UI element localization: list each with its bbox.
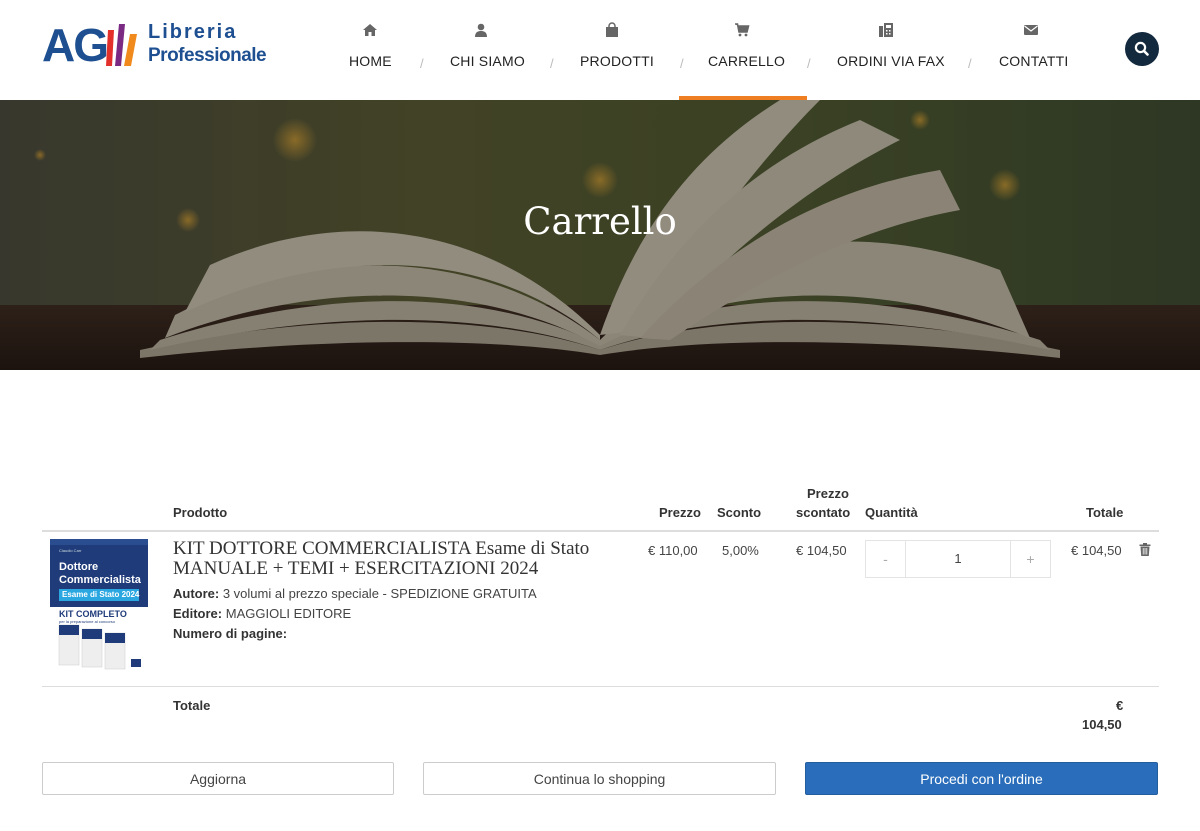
row-divider bbox=[42, 686, 1159, 687]
nav-item-contatti[interactable]: CONTATTI bbox=[997, 0, 1069, 100]
product-title-line1: KIT DOTTORE COMMERCIALISTA Esame di Stat… bbox=[173, 538, 590, 559]
product-publisher: Editore: MAGGIOLI EDITORE bbox=[173, 606, 351, 621]
nav-separator: / bbox=[807, 56, 811, 71]
table-header-divider bbox=[42, 530, 1159, 532]
column-header-discounted-price-line1: Prezzo bbox=[807, 486, 849, 501]
item-price: € 110,00 bbox=[648, 543, 698, 558]
cart-total-currency: € bbox=[1116, 698, 1124, 713]
quantity-stepper: - 1 + bbox=[865, 540, 1051, 578]
cover-author: Claudio Carr bbox=[59, 548, 82, 553]
cart-total-value: 104,50 bbox=[1082, 717, 1122, 732]
publisher-label: Editore: bbox=[173, 606, 223, 621]
logo-line2: Professionale bbox=[148, 45, 267, 66]
quantity-decrease-button[interactable]: - bbox=[866, 541, 906, 577]
user-icon bbox=[475, 23, 487, 37]
nav-item-chi-siamo[interactable]: CHI SIAMO bbox=[448, 0, 525, 100]
column-header-discount: Sconto bbox=[717, 505, 762, 520]
column-header-product: Prodotto bbox=[173, 505, 228, 520]
cart-icon bbox=[735, 23, 750, 37]
cart-total-label: Totale bbox=[173, 698, 211, 713]
column-header-quantity: Quantità bbox=[865, 505, 918, 520]
cover-title-line1: Dottore bbox=[59, 561, 99, 573]
column-header-discounted-price-line2: scontato bbox=[796, 505, 851, 520]
cover-title-line2: Commercialista bbox=[59, 574, 141, 586]
nav-item-home[interactable]: HOME bbox=[345, 0, 395, 100]
search-icon bbox=[1134, 41, 1149, 56]
item-total: € 104,50 bbox=[1071, 543, 1122, 558]
nav-item-carrello[interactable]: CARRELLO bbox=[679, 0, 807, 100]
nav-separator: / bbox=[968, 56, 972, 71]
nav-item-ordini-via-fax[interactable]: ORDINI VIA FAX bbox=[835, 0, 945, 100]
publisher-value: MAGGIOLI EDITORE bbox=[225, 606, 352, 621]
nav-label-contatti: CONTATTI bbox=[999, 53, 1069, 69]
logo-line1: Libreria bbox=[148, 21, 238, 43]
fax-icon bbox=[879, 23, 893, 37]
product-cover-image[interactable]: Claudio Carr Dottore Commercialista Esam… bbox=[49, 539, 148, 671]
site-header: AG Libreria Professionale HOME / CHI SIA… bbox=[0, 0, 1200, 100]
update-cart-button[interactable]: Aggiorna bbox=[42, 762, 394, 795]
cover-kit-label: KIT COMPLETO bbox=[59, 609, 127, 619]
hero-banner: Carrello bbox=[0, 100, 1200, 370]
nav-item-prodotti[interactable]: PRODOTTI bbox=[578, 0, 654, 100]
nav-label-ordini-via-fax: ORDINI VIA FAX bbox=[837, 53, 945, 69]
continue-shopping-button[interactable]: Continua lo shopping bbox=[423, 762, 776, 795]
page-title: Carrello bbox=[523, 200, 677, 243]
column-header-price: Prezzo bbox=[659, 505, 701, 520]
nav-separator: / bbox=[420, 56, 424, 71]
nav-label-home: HOME bbox=[349, 53, 392, 69]
column-header-total: Totale bbox=[1086, 505, 1124, 520]
nav-separator: / bbox=[550, 56, 554, 71]
product-title-line2: MANUALE + TEMI + ESERCITAZIONI 2024 bbox=[173, 558, 539, 579]
cover-subtitle: Esame di Stato 2024 bbox=[62, 590, 140, 599]
quantity-input[interactable]: 1 bbox=[906, 541, 1010, 577]
pages-label: Numero di pagine: bbox=[173, 626, 288, 641]
nav-label-carrello: CARRELLO bbox=[708, 53, 786, 69]
trash-icon[interactable] bbox=[1139, 543, 1151, 556]
cover-kit-subtitle: per la preparazione al concorso bbox=[59, 619, 116, 624]
item-discount: 5,00% bbox=[722, 543, 759, 558]
product-title[interactable]: KIT DOTTORE COMMERCIALISTA Esame di Stat… bbox=[173, 539, 633, 579]
author-label: Autore: bbox=[173, 586, 220, 601]
checkout-button[interactable]: Procedi con l'ordine bbox=[805, 762, 1158, 795]
home-icon bbox=[363, 24, 377, 36]
nav-label-chi-siamo: CHI SIAMO bbox=[450, 53, 525, 69]
author-value: 3 volumi al prezzo speciale - SPEDIZIONE… bbox=[222, 586, 537, 601]
product-pages: Numero di pagine: bbox=[173, 626, 287, 641]
envelope-icon bbox=[1024, 25, 1038, 35]
shopping-bag-icon bbox=[606, 22, 618, 37]
item-discounted-price: € 104,50 bbox=[796, 543, 847, 558]
quantity-increase-button[interactable]: + bbox=[1010, 541, 1050, 577]
book-cover-icon bbox=[50, 539, 148, 671]
search-button[interactable] bbox=[1125, 32, 1159, 66]
logo-bars-icon bbox=[106, 24, 137, 66]
logo-ag-text: AG bbox=[42, 19, 109, 71]
product-author: Autore: 3 volumi al prezzo speciale - SP… bbox=[173, 586, 537, 601]
logo[interactable]: AG Libreria Professionale bbox=[42, 19, 267, 71]
nav-label-prodotti: PRODOTTI bbox=[580, 53, 654, 69]
